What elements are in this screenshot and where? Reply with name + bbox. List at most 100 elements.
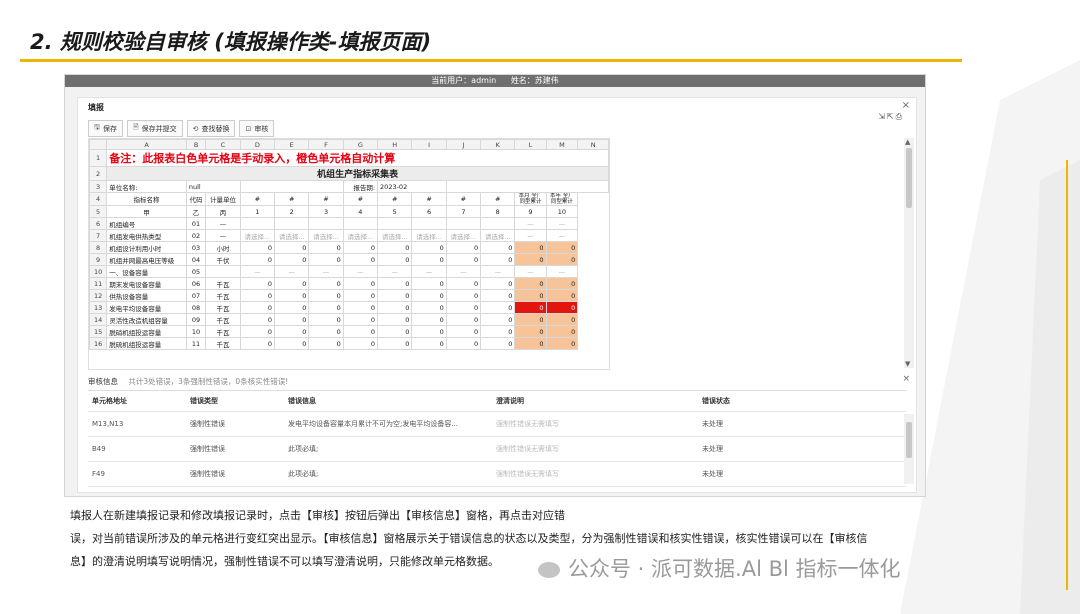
- column-header[interactable]: I: [411, 139, 447, 150]
- find-replace-button[interactable]: ⟲ 查找替换: [186, 120, 236, 137]
- column-header[interactable]: C: [205, 139, 241, 150]
- input-cell[interactable]: [445, 217, 482, 230]
- input-cell[interactable]: 0: [411, 337, 447, 350]
- select-cell[interactable]: 请选择...: [411, 229, 447, 242]
- input-cell[interactable]: [308, 217, 344, 230]
- review-close-icon[interactable]: ×: [902, 374, 910, 384]
- input-cell[interactable]: 0: [239, 277, 276, 290]
- unit-value[interactable]: null: [185, 180, 241, 193]
- input-cell[interactable]: 0: [480, 241, 516, 254]
- review-scrollbar[interactable]: [904, 414, 914, 484]
- input-cell[interactable]: 0: [342, 301, 379, 314]
- column-header[interactable]: E: [274, 139, 310, 150]
- input-cell[interactable]: 0: [308, 277, 344, 290]
- input-cell[interactable]: 0: [308, 301, 344, 314]
- select-cell[interactable]: 请选择...: [445, 229, 482, 242]
- input-cell[interactable]: 0: [274, 241, 310, 254]
- error-cell[interactable]: 0: [545, 301, 579, 314]
- column-header[interactable]: F: [308, 139, 344, 150]
- select-cell[interactable]: 请选择...: [239, 229, 276, 242]
- input-cell[interactable]: 0: [377, 277, 413, 290]
- input-cell[interactable]: 0: [342, 277, 379, 290]
- input-cell[interactable]: 0: [308, 325, 344, 338]
- input-cell[interactable]: 0: [480, 289, 516, 302]
- column-header[interactable]: A: [106, 139, 187, 150]
- input-cell[interactable]: 0: [377, 289, 413, 302]
- select-cell[interactable]: 请选择...: [377, 229, 413, 242]
- input-cell[interactable]: 0: [445, 277, 482, 290]
- input-cell[interactable]: 0: [445, 301, 482, 314]
- save-submit-button[interactable]: 🗎 保存并提交: [126, 120, 183, 137]
- input-cell[interactable]: 0: [480, 277, 516, 290]
- save-button[interactable]: 🖫 保存: [88, 120, 123, 137]
- scroll-up-icon[interactable]: ▲: [905, 138, 910, 146]
- review-row[interactable]: F49 强制性错误 此项必填; 强制性错误无需填写 未处理: [88, 462, 906, 487]
- input-cell[interactable]: 0: [411, 301, 447, 314]
- spreadsheet[interactable]: ABCDEFGHIJKLMN 1 备注：此报表白色单元格是手动录入，橙色单元格自…: [88, 138, 610, 370]
- input-cell[interactable]: 0: [411, 325, 447, 338]
- input-cell[interactable]: 0: [445, 289, 482, 302]
- input-cell[interactable]: 0: [308, 241, 344, 254]
- error-cell[interactable]: 0: [514, 301, 547, 314]
- column-header[interactable]: B: [185, 139, 207, 150]
- scroll-down-icon[interactable]: ▼: [905, 360, 910, 368]
- input-cell[interactable]: 0: [239, 253, 276, 266]
- input-cell[interactable]: 0: [445, 253, 482, 266]
- input-cell[interactable]: 0: [274, 313, 310, 326]
- select-cell[interactable]: 请选择...: [342, 229, 379, 242]
- input-cell[interactable]: 0: [480, 325, 516, 338]
- input-cell[interactable]: 0: [411, 313, 447, 326]
- input-cell[interactable]: 0: [445, 313, 482, 326]
- review-row[interactable]: B49 强制性错误 此项必填; 强制性错误无需填写 未处理: [88, 437, 906, 462]
- select-cell[interactable]: 请选择...: [274, 229, 310, 242]
- input-cell[interactable]: 0: [239, 325, 276, 338]
- input-cell[interactable]: 0: [342, 289, 379, 302]
- select-cell[interactable]: 请选择...: [480, 229, 516, 242]
- input-cell[interactable]: 0: [308, 289, 344, 302]
- input-cell[interactable]: 0: [342, 337, 379, 350]
- input-cell[interactable]: 0: [480, 313, 516, 326]
- input-cell[interactable]: 0: [377, 325, 413, 338]
- input-cell[interactable]: 0: [480, 253, 516, 266]
- input-cell[interactable]: 0: [377, 301, 413, 314]
- input-cell[interactable]: [377, 217, 413, 230]
- input-cell[interactable]: 0: [411, 289, 447, 302]
- scroll-thumb[interactable]: [906, 148, 912, 208]
- input-cell[interactable]: 0: [274, 325, 310, 338]
- sheet-scrollbar[interactable]: ▲ ▼: [904, 138, 914, 368]
- column-header[interactable]: K: [480, 139, 516, 150]
- input-cell[interactable]: 0: [342, 253, 379, 266]
- column-header[interactable]: M: [545, 139, 579, 150]
- column-header[interactable]: H: [377, 139, 413, 150]
- input-cell[interactable]: 0: [377, 313, 413, 326]
- input-cell[interactable]: 0: [274, 289, 310, 302]
- input-cell[interactable]: [239, 217, 276, 230]
- column-header[interactable]: J: [445, 139, 482, 150]
- input-cell[interactable]: 0: [445, 337, 482, 350]
- print-icon[interactable]: ⎙: [896, 112, 904, 121]
- input-cell[interactable]: 0: [480, 337, 516, 350]
- input-cell[interactable]: 0: [377, 253, 413, 266]
- export-icon[interactable]: ⇲: [878, 112, 887, 121]
- input-cell[interactable]: 0: [274, 337, 310, 350]
- input-cell[interactable]: 0: [239, 289, 276, 302]
- input-cell[interactable]: 0: [411, 241, 447, 254]
- review-scroll-thumb[interactable]: [906, 422, 912, 458]
- input-cell[interactable]: 0: [239, 301, 276, 314]
- input-cell[interactable]: [342, 217, 379, 230]
- input-cell[interactable]: 0: [411, 277, 447, 290]
- input-cell[interactable]: 0: [377, 337, 413, 350]
- input-cell[interactable]: [411, 217, 447, 230]
- share-icon[interactable]: ⇱: [887, 112, 896, 121]
- close-icon[interactable]: ×: [902, 100, 910, 111]
- review-button[interactable]: ⊡ 审核: [239, 120, 275, 137]
- input-cell[interactable]: 0: [274, 253, 310, 266]
- column-header[interactable]: N: [577, 139, 609, 150]
- column-header[interactable]: G: [342, 139, 379, 150]
- input-cell[interactable]: 0: [274, 277, 310, 290]
- input-cell[interactable]: 0: [445, 325, 482, 338]
- input-cell[interactable]: 0: [239, 241, 276, 254]
- input-cell[interactable]: 0: [377, 241, 413, 254]
- input-cell[interactable]: 0: [239, 313, 276, 326]
- select-cell[interactable]: 请选择...: [308, 229, 344, 242]
